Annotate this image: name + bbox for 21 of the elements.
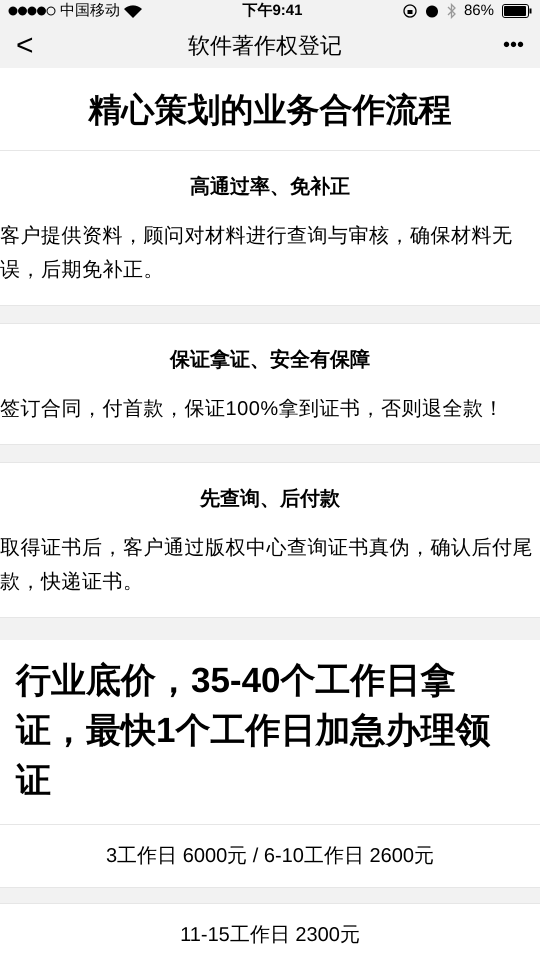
- wifi-icon: [124, 4, 142, 18]
- status-time: 下午9:41: [242, 1, 302, 21]
- card-title: 保证拿证、安全有保障: [170, 348, 370, 372]
- card-text: 取得证书后，客户通过版权中心查询证书真伪，确认后付尾款，快递证书。: [0, 536, 534, 594]
- card-text: 签订合同，付首款，保证100%拿到证书，否则退全款！: [0, 396, 506, 422]
- card-title: 高通过率、免补正: [190, 174, 350, 200]
- battery-icon: [502, 4, 532, 18]
- more-button[interactable]: •••: [484, 30, 524, 60]
- page-title: 软件著作权登记: [188, 32, 342, 60]
- battery-percent: 86%: [464, 1, 494, 21]
- card-text: 客户提供资料，顾问对材料进行查询与审核，确保材料无误，后期免补正。: [0, 224, 514, 282]
- price-title: 行业底价，35-40个工作日拿证，最快1个工作日加急办理领证: [0, 640, 540, 824]
- price-row: 11-15工作日 2300元: [0, 902, 540, 960]
- carrier-name: 中国移动: [60, 1, 120, 21]
- section-title: 精心策划的业务合作流程: [0, 68, 540, 150]
- back-button[interactable]: <: [16, 22, 46, 68]
- signal-icon: [8, 6, 56, 16]
- lock-rotation-icon: [402, 4, 417, 18]
- price-row: 3工作日 6000元 / 6-10工作日 2600元: [0, 824, 540, 888]
- card-title: 先查询、后付款: [200, 486, 340, 512]
- bluetooth-icon: [446, 3, 456, 20]
